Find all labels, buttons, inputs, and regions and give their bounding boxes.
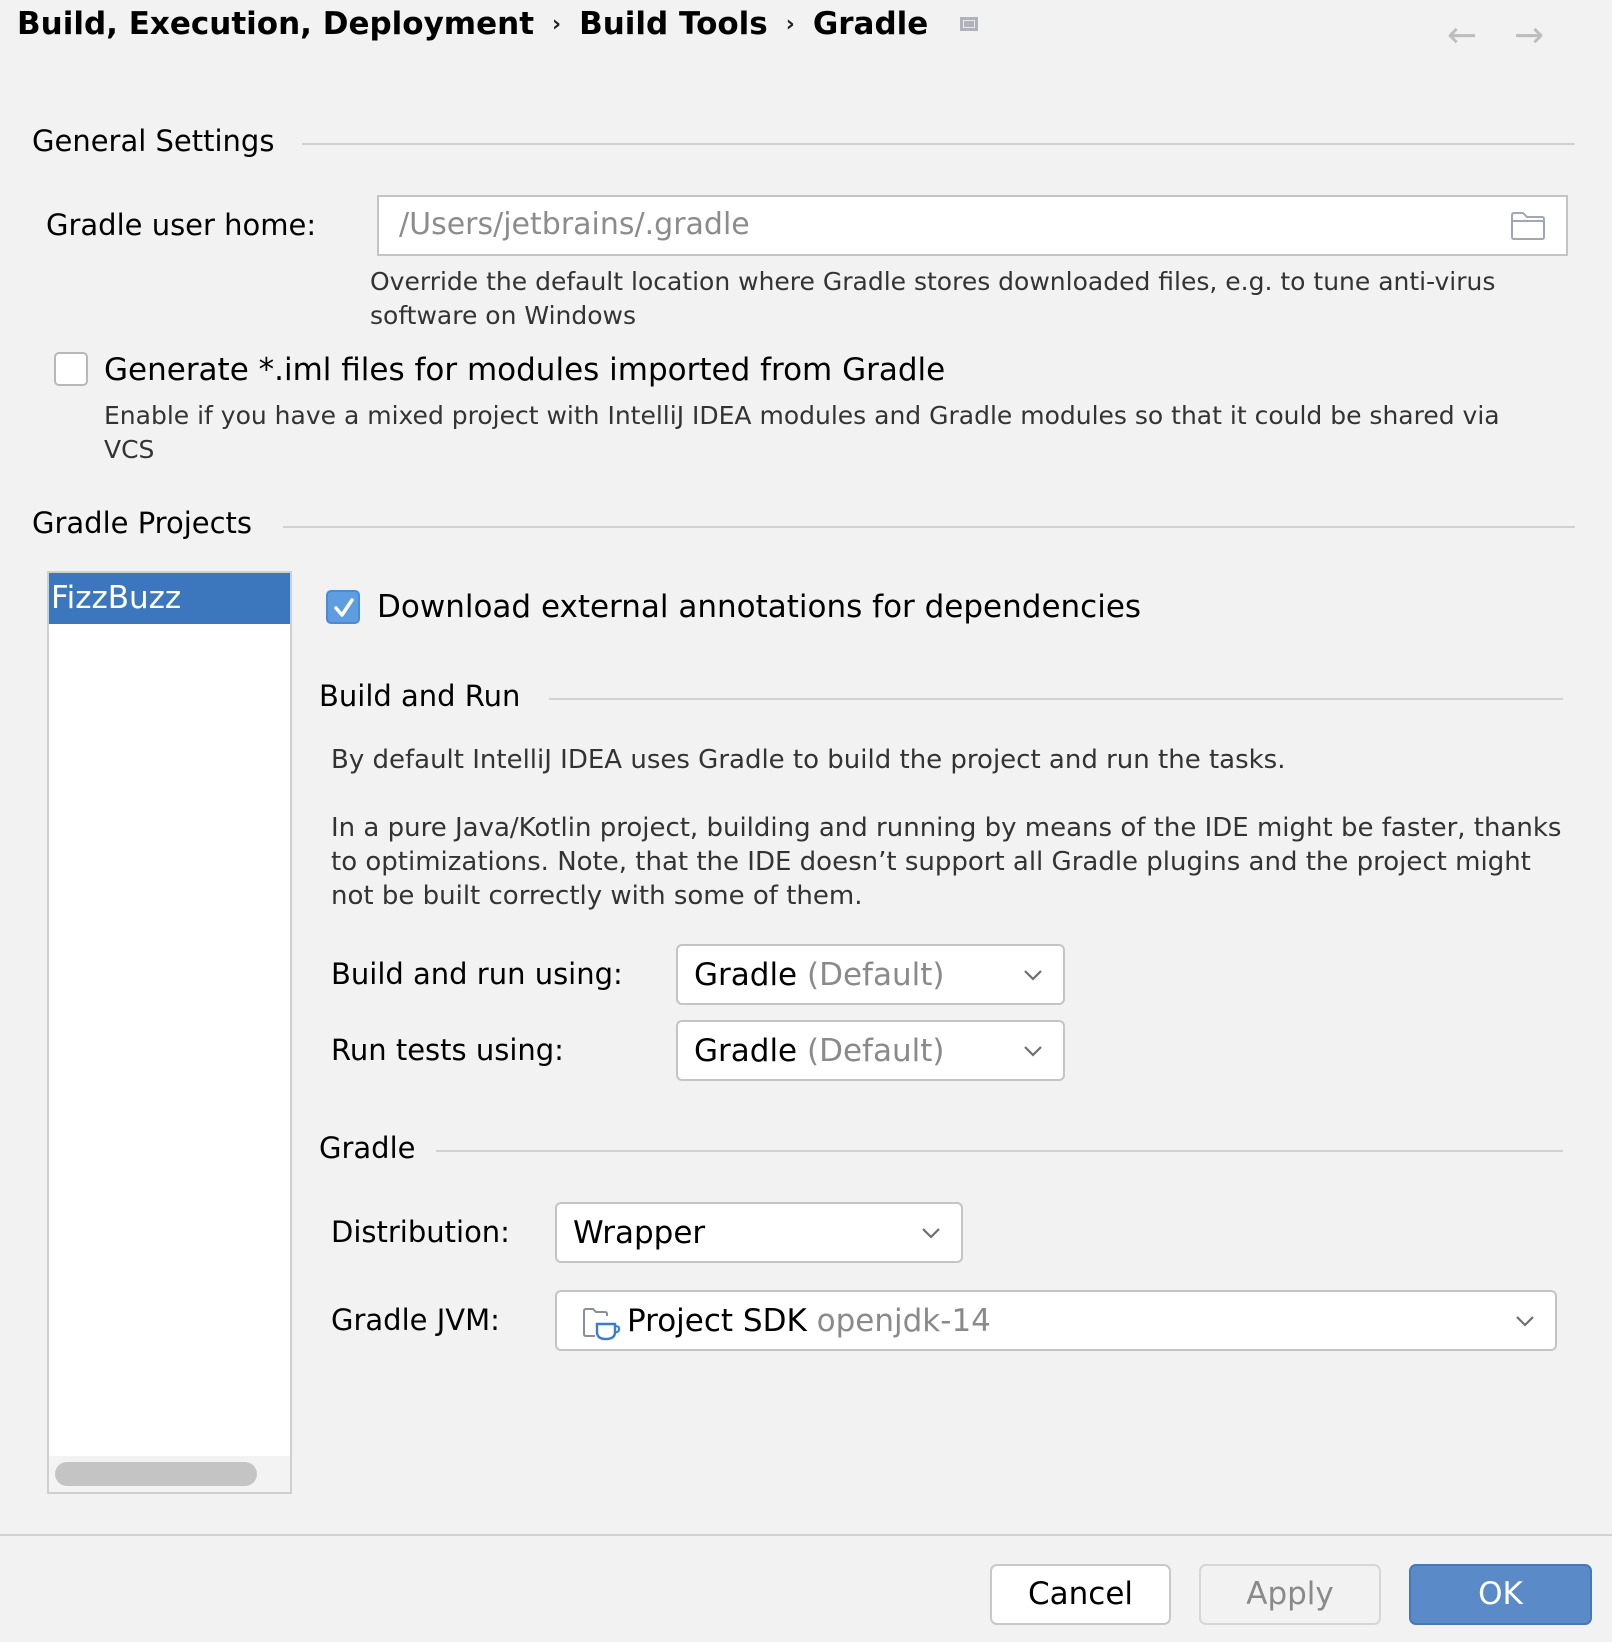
separator	[302, 143, 1575, 145]
apply-button[interactable]: Apply	[1199, 1564, 1381, 1625]
build-run-using-dropdown[interactable]: Gradle (Default)	[676, 944, 1065, 1005]
chevron-down-icon	[1024, 1046, 1042, 1057]
distribution-value: Wrapper	[573, 1215, 706, 1251]
default-suffix: (Default)	[807, 1033, 945, 1069]
build-run-using-value: Gradle	[694, 957, 798, 993]
breadcrumb-separator: ›	[785, 11, 795, 37]
distribution-label: Distribution:	[331, 1215, 510, 1249]
default-suffix: (Default)	[807, 957, 945, 993]
run-tests-using-label: Run tests using:	[331, 1033, 564, 1067]
chevron-down-icon	[1516, 1316, 1534, 1327]
cancel-button[interactable]: Cancel	[990, 1564, 1171, 1625]
build-run-note: In a pure Java/Kotlin project, building …	[331, 813, 1562, 911]
breadcrumb-item-gradle: Gradle	[812, 6, 929, 42]
gradle-user-home-input[interactable]: /Users/jetbrains/.gradle	[377, 195, 1568, 256]
gradle-jvm-label: Gradle JVM:	[331, 1303, 500, 1337]
gradle-user-home-value: /Users/jetbrains/.gradle	[399, 207, 750, 242]
separator	[436, 1150, 1563, 1152]
gradle-user-home-hint: Override the default location where Grad…	[370, 267, 1496, 330]
horizontal-scrollbar[interactable]	[49, 1456, 290, 1492]
footer-separator	[0, 1534, 1612, 1536]
breadcrumb-separator: ›	[552, 11, 562, 37]
back-arrow-icon[interactable]: ←	[1447, 18, 1477, 54]
build-run-description: By default IntelliJ IDEA uses Gradle to …	[331, 745, 1286, 775]
gradle-jvm-value: Project SDK	[627, 1303, 807, 1339]
gradle-jvm-version: openjdk-14	[816, 1303, 991, 1339]
generate-iml-hint: Enable if you have a mixed project with …	[104, 401, 1500, 464]
section-title-general-settings: General Settings	[32, 124, 275, 158]
download-annotations-label[interactable]: Download external annotations for depend…	[377, 589, 1141, 625]
scrollbar-thumb[interactable]	[55, 1462, 257, 1486]
checkmark-icon	[334, 598, 354, 617]
gradle-user-home-label: Gradle user home:	[46, 208, 317, 242]
section-title-gradle-projects: Gradle Projects	[32, 506, 253, 540]
project-settings-icon	[960, 17, 979, 31]
separator	[549, 698, 1563, 700]
separator	[283, 526, 1575, 528]
build-run-using-label: Build and run using:	[331, 957, 623, 991]
chevron-down-icon	[1024, 970, 1042, 981]
gradle-projects-list[interactable]: FizzBuzz	[47, 571, 292, 1494]
folder-icon[interactable]	[1510, 211, 1546, 241]
section-title-gradle: Gradle	[319, 1131, 416, 1165]
run-tests-using-value: Gradle	[694, 1033, 798, 1069]
breadcrumb-item-build-tools[interactable]: Build Tools	[579, 6, 768, 42]
ok-button[interactable]: OK	[1409, 1564, 1592, 1625]
distribution-dropdown[interactable]: Wrapper	[555, 1202, 963, 1263]
section-title-build-and-run: Build and Run	[319, 679, 521, 713]
generate-iml-checkbox[interactable]	[54, 352, 88, 386]
run-tests-using-dropdown[interactable]: Gradle (Default)	[676, 1020, 1065, 1081]
chevron-down-icon	[922, 1228, 940, 1239]
gradle-jvm-dropdown[interactable]: Project SDK openjdk-14	[555, 1290, 1557, 1351]
project-sdk-folder-icon	[583, 1308, 621, 1341]
breadcrumb: Build, Execution, Deployment › Build Too…	[17, 6, 979, 42]
project-list-item-fizzbuzz[interactable]: FizzBuzz	[49, 573, 290, 624]
download-annotations-checkbox[interactable]	[326, 590, 360, 624]
generate-iml-label[interactable]: Generate *.iml files for modules importe…	[104, 352, 945, 388]
breadcrumb-item-build-execution-deployment[interactable]: Build, Execution, Deployment	[17, 6, 534, 42]
forward-arrow-icon[interactable]: →	[1514, 18, 1544, 54]
